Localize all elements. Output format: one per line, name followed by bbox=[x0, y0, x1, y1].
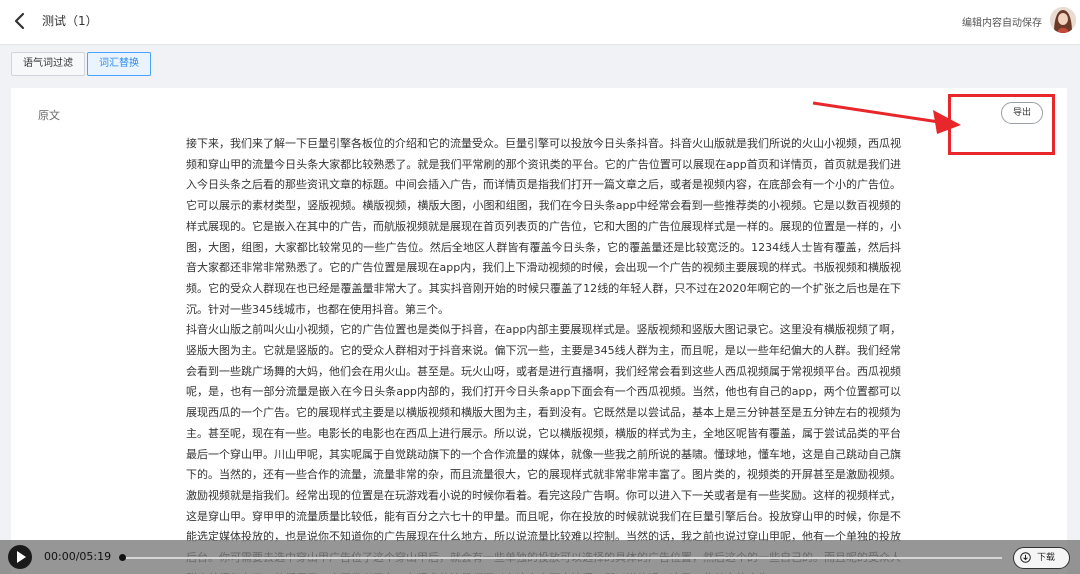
tab-vocabulary-replace[interactable]: 词汇替换 bbox=[87, 52, 151, 76]
export-button[interactable]: 导出 bbox=[1001, 102, 1043, 124]
page-title: 测试（1） bbox=[42, 14, 98, 28]
red-arrow-annotation bbox=[812, 101, 961, 134]
content-panel: 原文 接下来，我们来了解一下巨量引擎各板位的介绍和它的流量受众。巨量引擎可以投放… bbox=[11, 88, 1067, 574]
download-label: 下载 bbox=[1037, 553, 1056, 563]
autosave-status: 编辑内容自动保存 bbox=[962, 18, 1042, 29]
download-icon bbox=[1020, 552, 1031, 563]
tab-filler-word-filter[interactable]: 语气词过滤 bbox=[11, 52, 85, 76]
progress-track[interactable] bbox=[122, 557, 1002, 559]
avatar[interactable] bbox=[1050, 7, 1076, 33]
section-label: 原文 bbox=[38, 109, 60, 122]
download-button[interactable]: 下载 bbox=[1013, 547, 1070, 569]
user-avatar-icon bbox=[1050, 7, 1076, 33]
playback-time: 00:00/05:19 bbox=[44, 550, 112, 563]
play-icon[interactable] bbox=[8, 545, 32, 569]
progress-knob[interactable] bbox=[119, 554, 126, 561]
transcript-text[interactable]: 接下来，我们来了解一下巨量引擎各板位的介绍和它的流量受众。巨量引擎可以投放今日头… bbox=[186, 134, 901, 574]
transcript-paragraph: 接下来，我们来了解一下巨量引擎各板位的介绍和它的流量受众。巨量引擎可以投放今日头… bbox=[186, 137, 901, 316]
transcript-paragraph: 抖音火山版之前叫火山小视频，它的广告位置也是类似于抖音，在app内部主要展现样式… bbox=[186, 323, 901, 482]
audio-player: 00:00/05:19 下载 bbox=[0, 540, 1080, 574]
top-bar: 测试（1） 编辑内容自动保存 bbox=[0, 0, 1080, 45]
back-arrow-icon[interactable] bbox=[10, 10, 30, 32]
red-highlight-box bbox=[948, 94, 1055, 155]
